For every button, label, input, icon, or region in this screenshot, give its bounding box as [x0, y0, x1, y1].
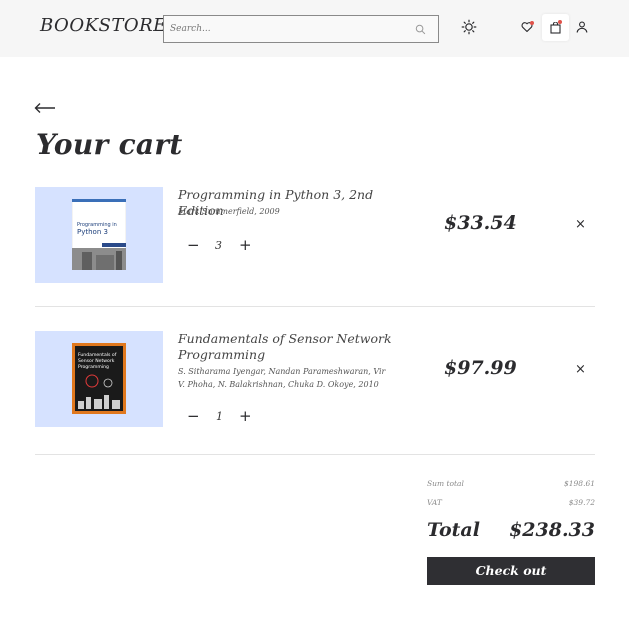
quantity-value: 1	[216, 410, 223, 423]
theme-sun-icon[interactable]	[461, 19, 477, 35]
user-icon[interactable]	[575, 20, 589, 34]
remove-item-button[interactable]: ×	[575, 362, 586, 377]
total-label: Total	[427, 519, 480, 541]
cover-text: Programming	[78, 364, 109, 370]
back-arrow-icon[interactable]	[34, 102, 56, 114]
remove-item-button[interactable]: ×	[575, 217, 586, 232]
vat-label: VAT	[427, 498, 442, 507]
wishlist-button[interactable]	[519, 19, 537, 35]
vat-row: VAT $39.72	[427, 498, 595, 507]
sum-total-row: Sum total $198.61	[427, 479, 595, 488]
total-value: $238.33	[509, 519, 595, 541]
sum-total-value: $198.61	[563, 479, 595, 488]
cover-text: Sensor Network	[78, 358, 115, 364]
item-price: $97.99	[444, 357, 517, 379]
quantity-value: 3	[215, 239, 222, 252]
book-cover-sensor-network: Fundamentals of Sensor Network Programmi…	[72, 343, 126, 414]
item-price: $33.54	[444, 212, 517, 234]
cart-item: Fundamentals of Sensor Network Programmi…	[35, 331, 595, 431]
search-box[interactable]	[163, 15, 439, 43]
book-cover-python: Programming in Python 3	[72, 199, 126, 270]
header: BOOKSTORE	[0, 0, 629, 57]
divider	[35, 306, 595, 307]
quantity-stepper: − 1 +	[185, 407, 265, 427]
item-author: Mark Summerfield, 2009	[178, 207, 280, 216]
wishlist-badge	[530, 21, 534, 25]
checkout-button[interactable]: Check out	[427, 557, 595, 585]
search-icon[interactable]	[415, 24, 426, 35]
item-title[interactable]: Fundamentals of Sensor Network Programmi…	[178, 331, 393, 363]
decrease-quantity-button[interactable]: −	[187, 238, 200, 253]
quantity-stepper: − 3 +	[185, 236, 265, 256]
brand-logo[interactable]: BOOKSTORE	[40, 15, 167, 36]
increase-quantity-button[interactable]: +	[239, 238, 252, 253]
book-thumbnail[interactable]: Programming in Python 3	[35, 187, 163, 283]
book-thumbnail[interactable]: Fundamentals of Sensor Network Programmi…	[35, 331, 163, 427]
page-title: Your cart	[36, 128, 183, 161]
increase-quantity-button[interactable]: +	[239, 409, 252, 424]
decrease-quantity-button[interactable]: −	[187, 409, 200, 424]
item-author: S. Sitharama Iyengar, Nandan Parameshwar…	[178, 367, 386, 389]
cart-button[interactable]	[542, 14, 569, 41]
cover-text: Python 3	[77, 228, 108, 236]
total-row: Total $238.33	[427, 519, 595, 547]
sum-total-label: Sum total	[427, 479, 464, 488]
divider	[35, 454, 595, 455]
search-input[interactable]	[170, 21, 400, 37]
cover-text: Fundamentals of	[78, 352, 117, 358]
vat-value: $39.72	[568, 498, 595, 507]
cart-item: Programming in Python 3 Programming in P…	[35, 187, 595, 287]
cart-badge	[558, 20, 562, 24]
